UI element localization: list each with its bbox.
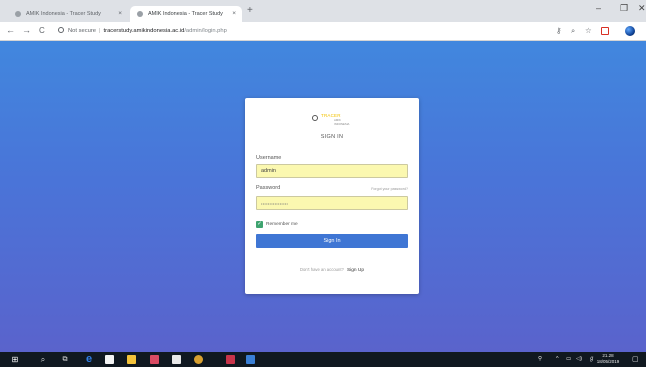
back-button[interactable]: ← (6, 25, 15, 35)
browser-tab-active[interactable]: AMIK Indonesia - Tracer Study × (130, 6, 242, 22)
site-logo: TRACER AMIK INDONESIA (312, 113, 356, 126)
browser-tab-strip: AMIK Indonesia - Tracer Study × AMIK Ind… (0, 0, 646, 22)
url-host: tracerstudy.amikindonesia.ac.id (103, 28, 185, 34)
password-label: Password (256, 185, 281, 191)
battery-icon[interactable]: ▭ (566, 352, 571, 367)
volume-icon[interactable]: ◁) (576, 352, 582, 367)
chevron-up-icon[interactable]: ^ (556, 352, 559, 367)
chrome-icon[interactable] (194, 355, 203, 364)
info-icon[interactable] (58, 26, 64, 33)
app-icon[interactable] (246, 355, 255, 364)
profile-icon[interactable] (625, 26, 635, 36)
logo-subtext: AMIK INDONESIA (334, 118, 350, 126)
clock-date: 18/05/2019 (596, 359, 620, 364)
store-icon[interactable] (105, 355, 114, 364)
star-icon[interactable]: ☆ (585, 26, 592, 35)
remember-me-checkbox[interactable]: ✓ (256, 221, 263, 228)
task-view-icon[interactable]: ⧉ (59, 352, 71, 367)
password-input[interactable]: •••••••••••••••• (256, 196, 408, 210)
mail-icon[interactable] (172, 355, 181, 364)
security-label: Not secure (68, 28, 97, 34)
file-explorer-icon[interactable] (127, 355, 136, 364)
reload-button[interactable]: C (39, 26, 45, 35)
extension-icon[interactable] (601, 27, 609, 35)
edge-icon[interactable]: e (83, 352, 95, 367)
tab-close-icon[interactable]: × (232, 6, 236, 22)
username-input[interactable]: admin (256, 164, 408, 178)
tab-title: AMIK Indonesia - Tracer Study (26, 11, 101, 17)
search-icon[interactable]: ⌕ (37, 352, 49, 367)
login-page-background: TRACER AMIK INDONESIA SIGN IN Username a… (0, 41, 646, 352)
address-bar[interactable]: Not secure | tracerstudy.amikindonesia.ac.… (58, 25, 528, 38)
key-icon[interactable]: ⚷ (556, 26, 562, 35)
forward-button[interactable]: → (22, 25, 31, 35)
language-icon[interactable]: ℊ (589, 352, 595, 367)
username-label: Username (256, 155, 282, 161)
people-icon[interactable]: ⚲ (538, 352, 542, 367)
signup-row: Don't have an account? Sign Up (245, 267, 419, 273)
minimize-button[interactable]: – (596, 3, 601, 13)
sign-up-link[interactable]: Sign Up (347, 268, 364, 273)
windows-icon[interactable]: ⊞ (9, 352, 21, 367)
sign-in-button[interactable]: Sign In (256, 234, 408, 248)
taskbar: ⊞ ⌕ ⧉ e ⚲ ^ ▭ ◁) ℊ 21.28 18/05/2019 ▢ (0, 352, 646, 367)
notification-icon[interactable]: ▢ (632, 352, 639, 367)
system-clock[interactable]: 21.28 18/05/2019 (596, 353, 620, 365)
remember-me-label: Remember me (266, 222, 298, 227)
browser-toolbar: ← → C Not secure | tracerstudy.amikindones… (0, 22, 646, 41)
new-tab-button[interactable]: + (247, 5, 253, 16)
app-icon[interactable] (226, 355, 235, 364)
url-path: /admin/login.php (184, 28, 227, 34)
login-card: TRACER AMIK INDONESIA SIGN IN Username a… (245, 98, 419, 294)
page-title: SIGN IN (320, 134, 344, 140)
forgot-password-link[interactable]: Forgot your password? (371, 187, 408, 191)
browser-tab[interactable]: AMIK Indonesia - Tracer Study × (8, 6, 128, 22)
zoom-icon[interactable]: ⌕ (571, 26, 575, 36)
tab-title: AMIK Indonesia - Tracer Study (148, 11, 223, 17)
logo-mark-icon (312, 115, 318, 121)
signup-prompt: Don't have an account? (299, 267, 344, 272)
address-separator: | (99, 28, 101, 34)
site-favicon-icon (137, 11, 143, 17)
tab-close-icon[interactable]: × (118, 6, 122, 22)
close-window-button[interactable]: ✕ (638, 3, 646, 14)
restore-button[interactable]: ❐ (620, 3, 628, 14)
site-favicon-icon (15, 11, 21, 17)
media-icon[interactable] (150, 355, 159, 364)
